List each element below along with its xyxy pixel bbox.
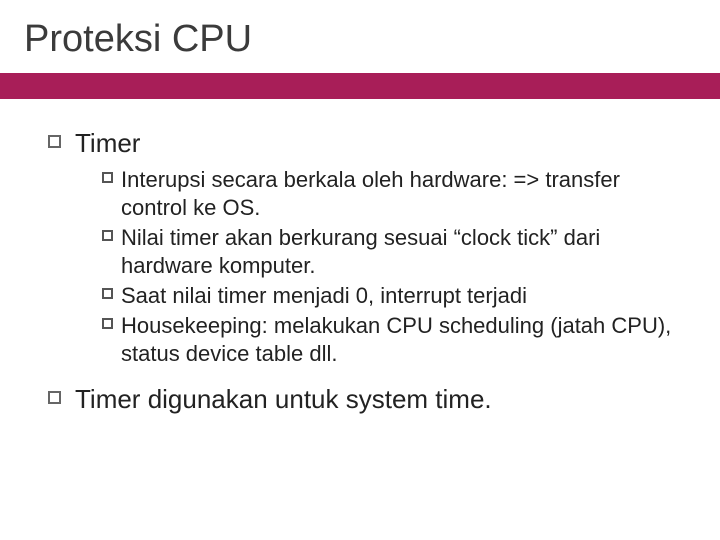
square-bullet-icon: [48, 135, 61, 148]
slide-content: Timer Interupsi secara berkala oleh hard…: [0, 127, 720, 415]
list-item: Timer digunakan untuk system time.: [48, 383, 672, 416]
list-item: Nilai timer akan berkurang sesuai “clock…: [102, 224, 672, 280]
square-bullet-icon: [102, 318, 113, 329]
list-item: Interupsi secara berkala oleh hardware: …: [102, 166, 672, 222]
list-item: Saat nilai timer menjadi 0, interrupt te…: [102, 282, 672, 310]
sublist: Interupsi secara berkala oleh hardware: …: [48, 166, 672, 369]
list-item-label: Interupsi secara berkala oleh hardware: …: [121, 166, 672, 222]
square-bullet-icon: [48, 391, 61, 404]
list-item: Housekeeping: melakukan CPU scheduling (…: [102, 312, 672, 368]
list-item: Timer: [48, 127, 672, 160]
square-bullet-icon: [102, 288, 113, 299]
list-item-label: Saat nilai timer menjadi 0, interrupt te…: [121, 282, 527, 310]
list-item-label: Timer digunakan untuk system time.: [75, 383, 492, 416]
square-bullet-icon: [102, 230, 113, 241]
list-item-label: Nilai timer akan berkurang sesuai “clock…: [121, 224, 672, 280]
list-item-label: Timer: [75, 127, 140, 160]
list-item-label: Housekeeping: melakukan CPU scheduling (…: [121, 312, 672, 368]
divider-bar: [0, 73, 720, 99]
square-bullet-icon: [102, 172, 113, 183]
slide-title: Proteksi CPU: [0, 0, 720, 73]
